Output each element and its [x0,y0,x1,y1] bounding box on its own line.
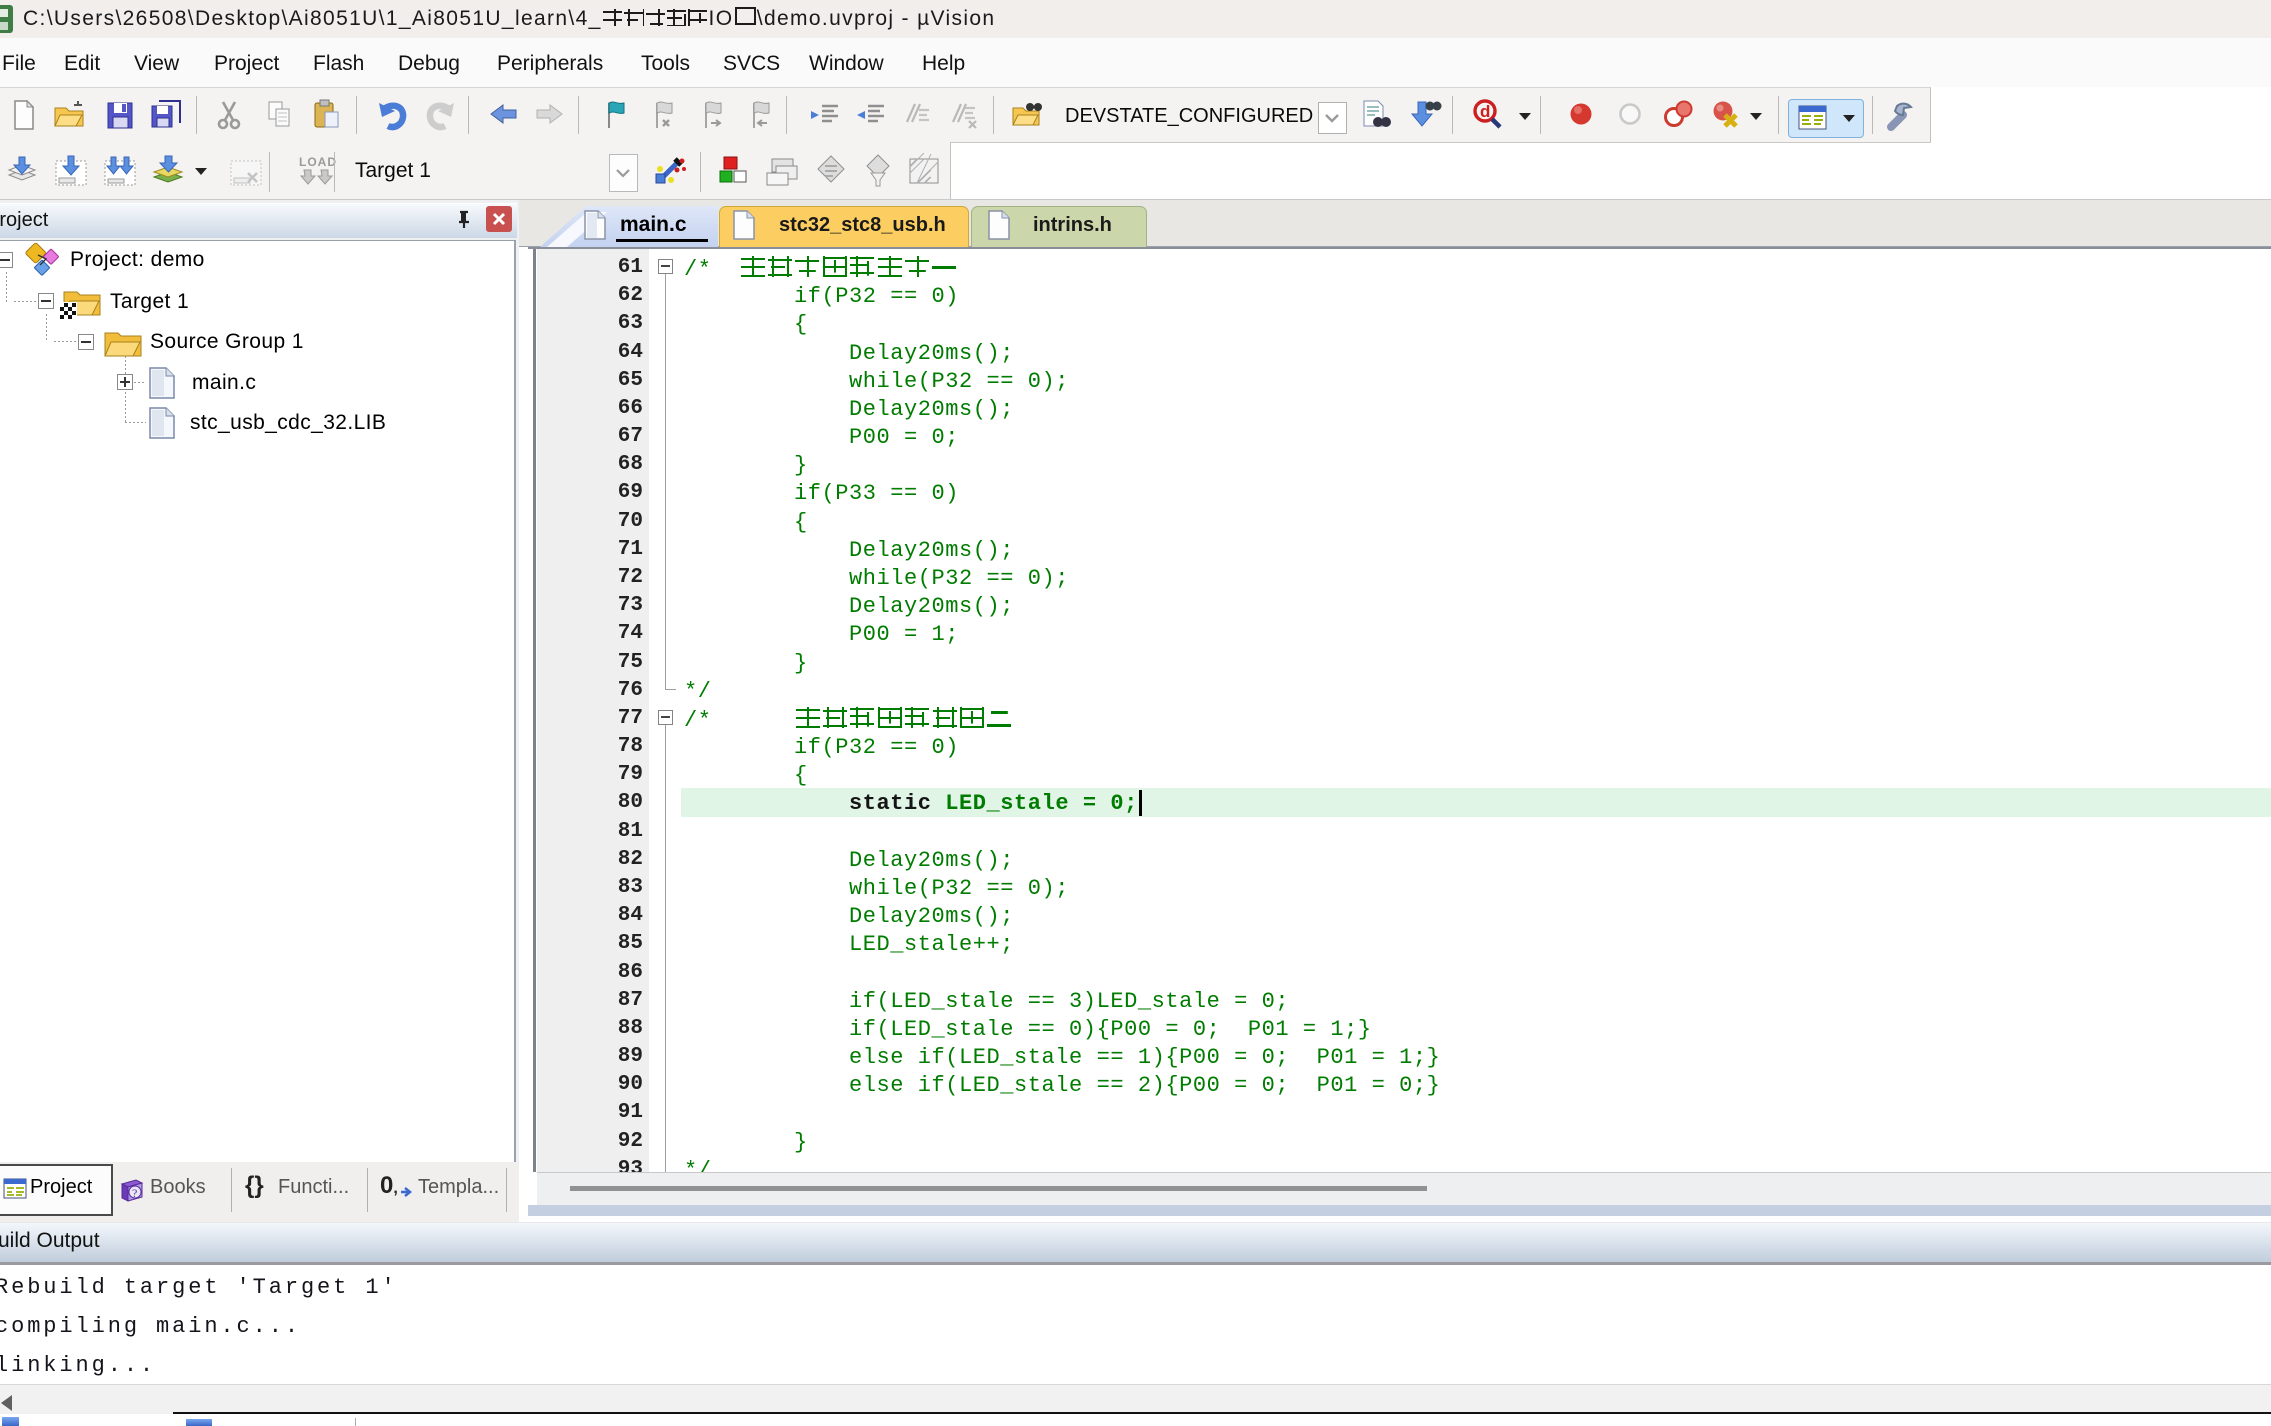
svg-text:d: d [1480,102,1490,121]
svg-text:LOAD: LOAD [299,155,337,169]
svg-text:?: ? [132,1186,137,1200]
